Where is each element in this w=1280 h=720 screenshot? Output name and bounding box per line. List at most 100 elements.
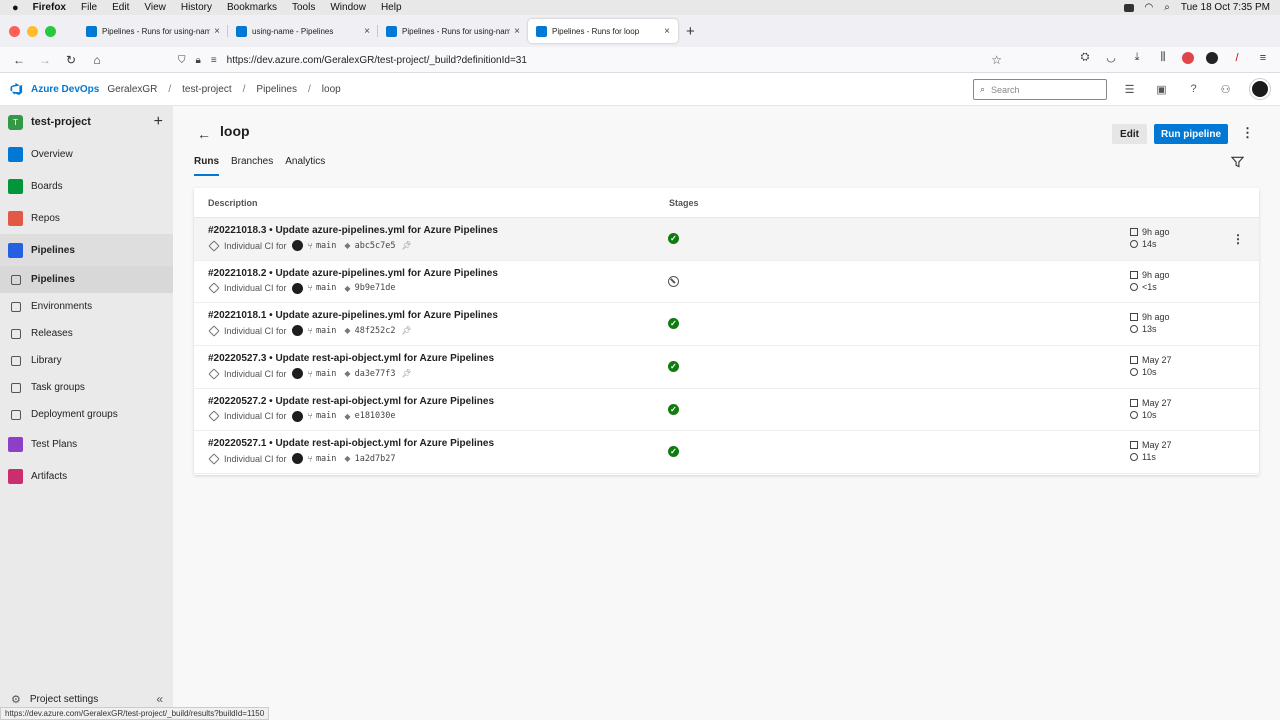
close-tab-icon[interactable]: × bbox=[364, 26, 370, 37]
add-icon[interactable]: + bbox=[154, 113, 163, 131]
apple-icon[interactable]: ● bbox=[12, 2, 19, 14]
sidebar-subitem-pipelines[interactable]: Pipelines bbox=[0, 266, 173, 293]
breadcrumb-pipeline[interactable]: loop bbox=[322, 84, 341, 95]
sidebar-item-repos[interactable]: Repos bbox=[0, 202, 173, 234]
pen-extension-icon[interactable]: / bbox=[1230, 52, 1244, 64]
menu-window[interactable]: Window bbox=[330, 2, 366, 13]
row-more-actions-icon[interactable]: ⋮ bbox=[1232, 232, 1244, 246]
forward-button[interactable]: → bbox=[38, 53, 52, 67]
success-check-icon[interactable]: ✓ bbox=[668, 446, 679, 458]
menu-history[interactable]: History bbox=[181, 2, 212, 13]
tab-branches[interactable]: Branches bbox=[231, 156, 273, 176]
sidebar-item-test-plans[interactable]: Test Plans bbox=[0, 428, 173, 460]
project-name[interactable]: test-project bbox=[31, 116, 91, 128]
overview-icon bbox=[8, 146, 23, 162]
brand-link[interactable]: Azure DevOps bbox=[31, 84, 99, 95]
url-text[interactable]: https://dev.azure.com/GeralexGR/test-pro… bbox=[227, 55, 527, 66]
battery-icon[interactable] bbox=[1123, 3, 1134, 12]
filter-icon[interactable] bbox=[1231, 156, 1244, 168]
url-bar[interactable]: ⛉ 🔒︎ ≡ https://dev.azure.com/GeralexGR/t… bbox=[178, 50, 1008, 70]
tab-runs[interactable]: Runs bbox=[194, 156, 219, 176]
sidebar-item-artifacts[interactable]: Artifacts bbox=[0, 460, 173, 492]
edit-button[interactable]: Edit bbox=[1112, 124, 1147, 144]
wifi-icon[interactable]: ◠ bbox=[1145, 2, 1154, 13]
close-tab-icon[interactable]: × bbox=[664, 26, 670, 37]
menu-bookmarks[interactable]: Bookmarks bbox=[227, 2, 277, 13]
breadcrumb-pipelines[interactable]: Pipelines bbox=[256, 84, 297, 95]
table-row[interactable]: #20220527.1 • Update rest-api-object.yml… bbox=[194, 431, 1259, 475]
bookmark-star-icon[interactable]: ☆ bbox=[991, 53, 1002, 67]
downloads-icon[interactable]: ⤓ bbox=[1130, 51, 1144, 64]
reload-button[interactable]: ↻ bbox=[64, 53, 78, 67]
browser-tab[interactable]: using-name - Pipelines × bbox=[228, 19, 378, 43]
permissions-icon[interactable]: ≡ bbox=[211, 55, 217, 66]
extension-avatar-icon[interactable] bbox=[1206, 51, 1218, 64]
pocket-icon[interactable]: ◡ bbox=[1104, 51, 1118, 64]
menu-tools[interactable]: Tools bbox=[292, 2, 315, 13]
back-arrow-icon[interactable]: ← bbox=[197, 126, 211, 142]
run-title[interactable]: #20220527.2 • Update rest-api-object.yml… bbox=[208, 396, 494, 407]
user-avatar[interactable] bbox=[1250, 79, 1270, 99]
run-title[interactable]: #20220527.1 • Update rest-api-object.yml… bbox=[208, 438, 494, 449]
browser-tab[interactable]: Pipelines - Runs for using-name × bbox=[78, 19, 228, 43]
success-check-icon[interactable]: ✓ bbox=[668, 361, 679, 373]
project-selector[interactable]: T test-project + bbox=[0, 106, 173, 138]
sidebar-subitem-task-groups[interactable]: Task groups bbox=[0, 374, 173, 401]
collapse-sidebar-icon[interactable]: « bbox=[156, 692, 163, 706]
run-title[interactable]: #20221018.2 • Update azure-pipelines.yml… bbox=[208, 268, 498, 279]
close-tab-icon[interactable]: × bbox=[514, 26, 520, 37]
tracking-shield-icon[interactable]: ⛉ bbox=[178, 55, 186, 66]
user-settings-icon[interactable]: ⚇ bbox=[1218, 83, 1233, 96]
menu-help[interactable]: Help bbox=[381, 2, 402, 13]
sidebar-item-overview[interactable]: Overview bbox=[0, 138, 173, 170]
sidebar-subitem-environments[interactable]: Environments bbox=[0, 293, 173, 320]
sidebar-subitem-releases[interactable]: Releases bbox=[0, 320, 173, 347]
close-window-button[interactable] bbox=[9, 25, 20, 37]
success-check-icon[interactable]: ✓ bbox=[668, 318, 679, 330]
spotlight-icon[interactable]: ⌕ bbox=[1164, 2, 1170, 13]
run-pipeline-button[interactable]: Run pipeline bbox=[1154, 124, 1228, 144]
task-list-icon[interactable]: ☰ bbox=[1122, 83, 1137, 96]
marketplace-icon[interactable]: ▣ bbox=[1154, 83, 1169, 96]
success-check-icon[interactable]: ✓ bbox=[668, 233, 679, 244]
new-tab-button[interactable]: + bbox=[686, 23, 695, 40]
run-title[interactable]: #20221018.3 • Update azure-pipelines.yml… bbox=[208, 225, 498, 236]
azure-devops-logo-icon[interactable] bbox=[9, 82, 23, 96]
home-button[interactable]: ⌂ bbox=[90, 53, 104, 67]
browser-tab-active[interactable]: Pipelines - Runs for loop × bbox=[528, 19, 678, 43]
help-icon[interactable]: ? bbox=[1186, 83, 1201, 95]
table-row[interactable]: #20221018.2 • Update azure-pipelines.yml… bbox=[194, 261, 1259, 304]
table-row[interactable]: #20221018.3 • Update azure-pipelines.yml… bbox=[194, 218, 1259, 261]
minimize-window-button[interactable] bbox=[27, 25, 38, 37]
account-icon[interactable]: ⛭ bbox=[1078, 51, 1092, 64]
tab-analytics[interactable]: Analytics bbox=[285, 156, 325, 176]
sidebar-subitem-deployment-groups[interactable]: Deployment groups bbox=[0, 401, 173, 428]
sidebar-subitem-library[interactable]: Library bbox=[0, 347, 173, 374]
more-actions-icon[interactable]: ⋮ bbox=[1241, 125, 1254, 141]
close-tab-icon[interactable]: × bbox=[214, 26, 220, 37]
browser-tab[interactable]: Pipelines - Runs for using-name × bbox=[378, 19, 528, 43]
success-check-icon[interactable]: ✓ bbox=[668, 403, 679, 415]
table-row[interactable]: #20221018.1 • Update azure-pipelines.yml… bbox=[194, 303, 1259, 347]
breadcrumb-org[interactable]: GeralexGR bbox=[107, 84, 157, 95]
menu-app[interactable]: Firefox bbox=[33, 2, 66, 13]
back-button[interactable]: ← bbox=[12, 53, 26, 67]
library-icon[interactable]: ⫼ bbox=[1156, 51, 1170, 64]
run-title[interactable]: #20221018.1 • Update azure-pipelines.yml… bbox=[208, 310, 498, 321]
lock-icon[interactable]: 🔒︎ bbox=[196, 55, 201, 66]
table-row[interactable]: #20220527.3 • Update rest-api-object.yml… bbox=[194, 346, 1259, 389]
menu-edit[interactable]: Edit bbox=[112, 2, 129, 13]
search-input[interactable]: ⌕ Search bbox=[973, 79, 1107, 100]
skipped-stage-icon[interactable] bbox=[668, 275, 679, 287]
hamburger-menu-icon[interactable]: ≡ bbox=[1256, 52, 1270, 64]
sidebar-item-boards[interactable]: Boards bbox=[0, 170, 173, 202]
zoom-window-button[interactable] bbox=[45, 25, 56, 37]
clock[interactable]: Tue 18 Oct 7:35 PM bbox=[1181, 2, 1270, 13]
menu-file[interactable]: File bbox=[81, 2, 97, 13]
sidebar-item-pipelines[interactable]: Pipelines bbox=[0, 234, 173, 266]
run-title[interactable]: #20220527.3 • Update rest-api-object.yml… bbox=[208, 353, 494, 364]
extension-icon[interactable] bbox=[1182, 51, 1194, 64]
table-row[interactable]: #20220527.2 • Update rest-api-object.yml… bbox=[194, 389, 1259, 432]
menu-view[interactable]: View bbox=[144, 2, 166, 13]
breadcrumb-project[interactable]: test-project bbox=[182, 84, 231, 95]
